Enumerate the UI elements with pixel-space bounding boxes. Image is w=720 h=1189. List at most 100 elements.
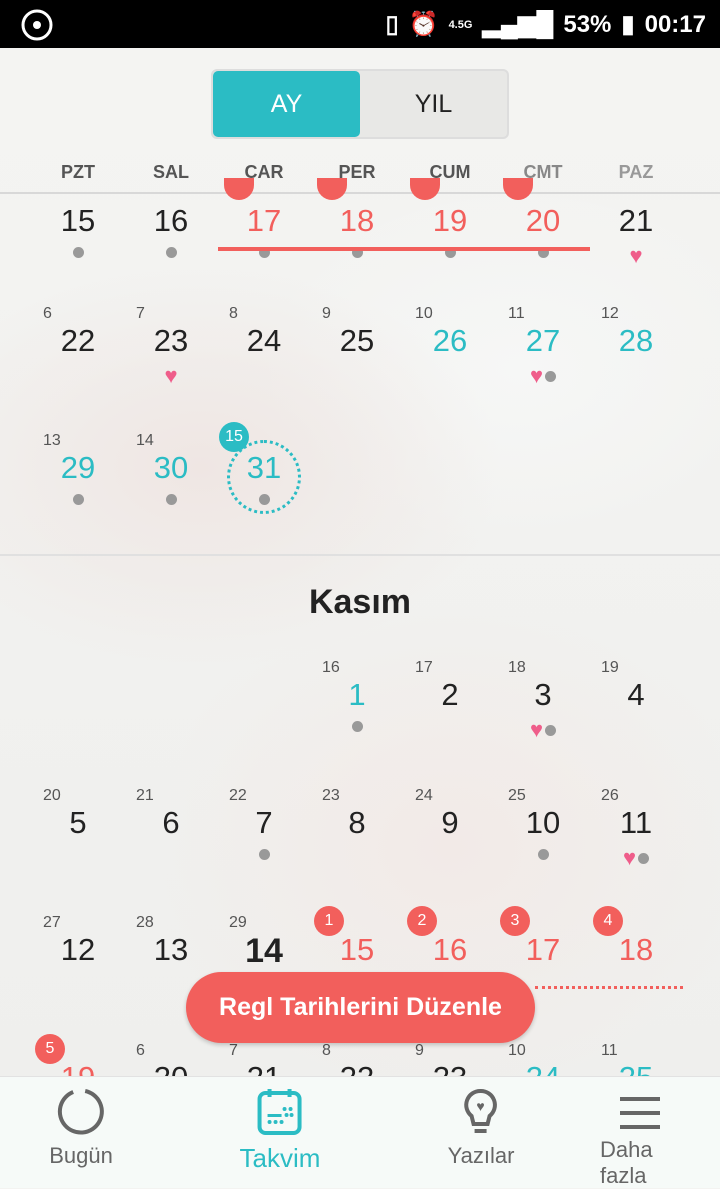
day-number: 18 — [339, 203, 375, 238]
day-cell[interactable]: 13 29 — [33, 432, 123, 532]
period-line — [218, 247, 590, 251]
heart-icon: ♥ — [629, 243, 643, 268]
day-number: 12 — [60, 932, 96, 967]
day-number: 18 — [618, 932, 654, 967]
day-cell[interactable]: 25 10 — [498, 787, 588, 887]
day-cell[interactable]: 20 — [498, 185, 588, 285]
toggle-year[interactable]: YIL — [360, 71, 507, 137]
day-cell[interactable]: 17 — [219, 185, 309, 285]
day-number: 7 — [255, 805, 273, 840]
month-title: Kasım — [308, 583, 412, 621]
day-cell[interactable]: 8 24 — [219, 305, 309, 405]
day-number: 29 — [60, 450, 96, 485]
day-number: 23 — [153, 323, 189, 358]
cycle-day: 18 — [508, 659, 526, 676]
status-bar: ▯ ⏰ 4.5G ▂▄▆█ 53% ▮ 00:17 — [0, 0, 720, 48]
day-cell[interactable]: 20 5 — [33, 787, 123, 887]
nav-articles[interactable]: ♥ Yazılar — [448, 1077, 514, 1189]
day-cell[interactable]: 21 ♥ — [591, 185, 681, 285]
clock: 00:17 — [644, 10, 706, 38]
lightbulb-heart-icon: ♥ — [464, 1088, 498, 1133]
cycle-day: 6 — [43, 305, 52, 322]
day-cell[interactable]: 21 6 — [126, 787, 216, 887]
cycle-day: 8 — [322, 1042, 331, 1059]
cycle-day: 11 — [508, 305, 525, 322]
day-number: 17 — [246, 203, 282, 238]
day-cell[interactable]: 18 — [312, 185, 402, 285]
day-number: 11 — [619, 805, 653, 840]
day-cell[interactable]: 17 2 — [405, 659, 495, 759]
day-number: 22 — [60, 323, 96, 358]
note-dot — [165, 247, 177, 258]
nav-more[interactable]: Daha fazla — [600, 1077, 680, 1189]
day-number: 2 — [441, 677, 459, 712]
edit-period-dates-button[interactable]: Regl Tarihlerini Düzenle — [186, 972, 535, 1043]
day-cell[interactable]: 12 28 — [591, 305, 681, 405]
day-number: 17 — [525, 932, 561, 967]
day-cell[interactable]: 19 4 — [591, 659, 681, 759]
cycle-day: 19 — [601, 659, 619, 676]
toggle-month[interactable]: AY — [213, 71, 360, 137]
cycle-day: 6 — [136, 1042, 145, 1059]
day-cell[interactable]: 6 22 — [33, 305, 123, 405]
vibrate-icon: ▯ — [385, 11, 399, 38]
heart-icon: ♥ — [622, 845, 637, 870]
day-cell[interactable]: 15 — [33, 185, 123, 285]
day-number: 13 — [153, 932, 189, 967]
bottom-nav: Bugün Takvim ♥ Yazılar Daha fazla — [0, 1076, 720, 1188]
cycle-day: 9 — [415, 1042, 424, 1059]
nav-today[interactable]: Bugün — [49, 1077, 113, 1189]
cycle-day: 11 — [601, 1042, 618, 1059]
day-number: 1 — [348, 677, 366, 712]
day-cell[interactable]: 26 11 ♥ — [591, 787, 681, 887]
day-cell[interactable]: 16 — [126, 185, 216, 285]
cycle-day: 7 — [229, 1042, 238, 1059]
day-number: 4 — [627, 677, 645, 712]
cycle-day: 26 — [601, 787, 619, 804]
battery-percent: 53% — [563, 10, 612, 38]
day-cell[interactable]: 16 1 — [312, 659, 402, 759]
cycle-day: 28 — [136, 914, 154, 931]
day-cell[interactable]: 4 18 — [591, 906, 681, 1014]
day-cell[interactable]: 11 27 ♥ — [498, 305, 588, 405]
day-number: 14 — [245, 932, 283, 970]
heart-icon: ♥ — [529, 717, 544, 742]
day-number: 8 — [348, 805, 366, 840]
note-dot — [545, 370, 557, 382]
day-cell[interactable]: 19 — [405, 185, 495, 285]
day-number: 21 — [618, 203, 654, 238]
nav-calendar[interactable]: Takvim — [239, 1077, 321, 1189]
day-number: 16 — [432, 932, 468, 967]
day-number: 16 — [153, 203, 189, 238]
nav-label: Takvim — [239, 1143, 321, 1173]
cycle-day: 7 — [136, 305, 145, 322]
day-cell[interactable]: 14 30 — [126, 432, 216, 532]
nav-label: Daha fazla — [600, 1137, 653, 1188]
day-cell[interactable]: 22 7 — [219, 787, 309, 887]
app-notification-icon — [21, 9, 53, 41]
day-number: 20 — [525, 203, 561, 238]
svg-text:♥: ♥ — [477, 1098, 485, 1114]
day-number: 28 — [618, 323, 654, 358]
cycle-day: 25 — [508, 787, 526, 804]
day-cell[interactable]: 9 25 — [312, 305, 402, 405]
progress-ring-icon — [57, 1089, 104, 1135]
weekday-6: PAZ — [618, 162, 654, 182]
cycle-day: 22 — [229, 787, 247, 804]
day-cell[interactable]: 18 3 ♥ — [498, 659, 588, 759]
day-number: 9 — [441, 805, 459, 840]
day-cell[interactable]: 23 8 — [312, 787, 402, 887]
month-divider — [0, 554, 720, 556]
battery-icon: ▮ — [621, 11, 635, 38]
day-cell[interactable]: 7 23 ♥ — [126, 305, 216, 405]
day-cell[interactable]: 27 12 — [33, 914, 123, 1014]
cycle-day: 29 — [229, 914, 247, 931]
day-cell[interactable]: 31 15 — [219, 422, 309, 532]
day-number: 26 — [432, 323, 468, 358]
cycle-day: 10 — [415, 305, 433, 322]
day-number: 15 — [60, 203, 96, 238]
heart-icon: ♥ — [529, 363, 544, 388]
day-cell[interactable]: 24 9 — [405, 787, 495, 887]
day-cell[interactable]: 10 26 — [405, 305, 495, 405]
cycle-day: 21 — [136, 787, 154, 804]
